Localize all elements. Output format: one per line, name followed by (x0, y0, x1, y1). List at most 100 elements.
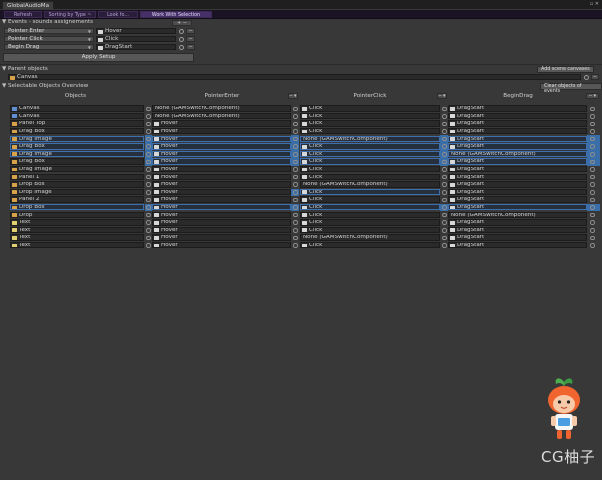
enter-sound-field[interactable]: Hover (152, 158, 291, 165)
enter-sound-field[interactable]: Hover (152, 166, 291, 173)
parent-objects-header[interactable]: ▼ Parent objects (2, 66, 48, 73)
sound-field[interactable]: DragStart (96, 44, 176, 50)
object-picker-icon[interactable] (590, 144, 595, 149)
event-type-dropdown[interactable]: Begin Drag ▼ (4, 44, 94, 50)
click-sound-field[interactable]: Click (300, 105, 440, 112)
click-sound-field[interactable]: Click (300, 204, 440, 211)
object-field[interactable]: Panel 2 (10, 196, 144, 203)
object-picker-icon[interactable] (590, 114, 595, 119)
enter-sound-field[interactable]: Hover (152, 196, 291, 203)
object-picker-icon[interactable] (442, 129, 447, 134)
object-picker-icon[interactable] (146, 121, 151, 127)
object-picker-icon[interactable] (293, 197, 298, 203)
drag-sound-field[interactable]: None (GAMSwitchComponent) (448, 211, 587, 218)
object-picker-icon[interactable] (293, 129, 298, 134)
object-picker-icon[interactable] (146, 243, 151, 248)
object-picker-icon[interactable] (590, 159, 595, 165)
object-picker-icon[interactable] (179, 44, 184, 50)
object-picker-icon[interactable] (293, 167, 298, 172)
click-sound-field[interactable]: Click (300, 143, 440, 150)
object-field[interactable]: Text (10, 241, 144, 249)
object-picker-icon[interactable] (590, 212, 595, 218)
work-with-selection-button[interactable]: Work With Selection (140, 11, 212, 18)
object-field[interactable]: Drag Box (10, 158, 144, 165)
object-field[interactable]: Drop Box (10, 204, 144, 211)
click-sound-field[interactable]: Click (300, 188, 440, 196)
object-picker-icon[interactable] (146, 152, 151, 157)
object-picker-icon[interactable] (590, 243, 595, 248)
object-picker-icon[interactable] (146, 114, 151, 119)
object-field[interactable]: Panel Top (10, 120, 144, 127)
object-picker-icon[interactable] (442, 205, 447, 210)
enter-sound-field[interactable]: Hover (152, 241, 291, 249)
object-picker-icon[interactable] (590, 182, 595, 187)
object-picker-icon[interactable] (146, 144, 151, 149)
object-picker-icon[interactable] (442, 114, 447, 119)
object-picker-icon[interactable] (293, 235, 298, 241)
object-picker-icon[interactable] (293, 220, 298, 225)
object-picker-icon[interactable] (590, 235, 595, 241)
column-menu-button[interactable]: ─ ▾ (288, 93, 298, 99)
column-menu-button[interactable]: ─ ▾ (586, 93, 599, 99)
drag-sound-field[interactable]: None (GAMSwitchComponent) (448, 150, 587, 158)
click-sound-field[interactable]: Click (300, 173, 440, 181)
object-picker-icon[interactable] (293, 212, 298, 218)
object-picker-icon[interactable] (590, 129, 595, 134)
object-picker-icon[interactable] (146, 205, 151, 210)
enter-sound-field[interactable]: Hover (152, 150, 291, 158)
remove-event-button[interactable]: − (186, 44, 195, 50)
object-picker-icon[interactable] (146, 159, 151, 165)
object-picker-icon[interactable] (590, 136, 595, 142)
enter-sound-field[interactable]: Hover (152, 226, 291, 234)
object-picker-icon[interactable] (442, 182, 447, 187)
click-sound-field[interactable]: None (GAMSwitchComponent) (300, 181, 440, 188)
drag-sound-field[interactable]: DragStart (448, 204, 587, 211)
enter-sound-field[interactable]: Hover (152, 181, 291, 188)
drag-sound-field[interactable]: DragStart (448, 234, 587, 241)
event-type-dropdown[interactable]: Pointer Enter ▼ (4, 28, 94, 34)
object-field[interactable]: Text (10, 219, 144, 226)
object-picker-icon[interactable] (442, 235, 447, 241)
drag-sound-field[interactable]: DragStart (448, 166, 587, 173)
enter-sound-field[interactable]: None (GAMSwitchComponent) (152, 112, 291, 120)
click-sound-field[interactable]: Click (300, 219, 440, 226)
click-sound-field[interactable]: Click (300, 166, 440, 173)
object-picker-icon[interactable] (590, 228, 595, 233)
drag-sound-field[interactable]: DragStart (448, 112, 587, 120)
object-picker-icon[interactable] (179, 28, 184, 34)
object-picker-icon[interactable] (146, 174, 151, 180)
object-picker-icon[interactable] (442, 228, 447, 233)
object-picker-icon[interactable] (146, 182, 151, 187)
parent-canvas-field[interactable]: Canvas (8, 74, 581, 80)
object-picker-icon[interactable] (590, 152, 595, 157)
object-picker-icon[interactable] (442, 152, 447, 157)
object-picker-icon[interactable] (146, 228, 151, 233)
click-sound-field[interactable]: Click (300, 196, 440, 203)
drag-sound-field[interactable]: DragStart (448, 219, 587, 226)
object-picker-icon[interactable] (146, 167, 151, 172)
object-picker-icon[interactable] (442, 212, 447, 218)
object-picker-icon[interactable] (293, 159, 298, 165)
object-picker-icon[interactable] (293, 182, 298, 187)
drag-sound-field[interactable]: DragStart (448, 135, 587, 143)
object-picker-icon[interactable] (293, 114, 298, 119)
drag-sound-field[interactable]: DragStart (448, 196, 587, 203)
object-picker-icon[interactable] (146, 106, 151, 111)
object-field[interactable]: Canvas (10, 105, 144, 112)
add-scene-canvases-button[interactable]: Add scene canvases (537, 66, 594, 73)
enter-sound-field[interactable]: Hover (152, 211, 291, 218)
object-field[interactable]: Panel 1 (10, 173, 144, 181)
object-picker-icon[interactable] (590, 190, 595, 195)
object-picker-icon[interactable] (146, 220, 151, 225)
object-picker-icon[interactable] (590, 106, 595, 111)
overview-header[interactable]: ▼ Selectable Objects Overview (2, 83, 88, 90)
object-picker-icon[interactable] (146, 212, 151, 218)
object-picker-icon[interactable] (442, 136, 447, 142)
object-field[interactable]: Canvas (10, 112, 144, 120)
look-for-button[interactable]: Look fo... (98, 11, 138, 18)
object-field[interactable]: Drop Box (10, 181, 144, 188)
object-picker-icon[interactable] (442, 243, 447, 248)
object-picker-icon[interactable] (590, 197, 595, 203)
object-picker-icon[interactable] (584, 74, 589, 80)
object-picker-icon[interactable] (293, 174, 298, 180)
